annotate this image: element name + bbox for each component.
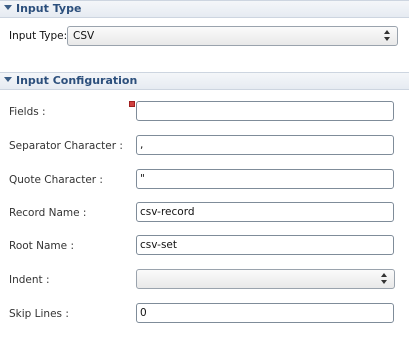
fields-input[interactable] bbox=[136, 101, 394, 121]
updown-arrows-icon bbox=[380, 272, 390, 286]
quote-character-label: Quote Character : bbox=[9, 174, 103, 186]
skip-lines-input[interactable]: 0 bbox=[136, 303, 394, 323]
collapse-arrow-icon[interactable] bbox=[4, 5, 12, 10]
input-type-section-header[interactable]: Input Type bbox=[0, 0, 409, 18]
input-type-combo-value: CSV bbox=[73, 30, 95, 42]
section-title-input-type: Input Type bbox=[16, 2, 82, 15]
input-config-section-header[interactable]: Input Configuration bbox=[0, 72, 409, 90]
separator-character-label: Separator Character : bbox=[9, 140, 123, 152]
record-name-input[interactable]: csv-record bbox=[136, 202, 394, 222]
collapse-arrow-icon[interactable] bbox=[4, 77, 12, 82]
input-type-combo[interactable]: CSV bbox=[67, 26, 398, 46]
updown-arrows-icon bbox=[383, 29, 393, 43]
section-title-input-configuration: Input Configuration bbox=[16, 74, 138, 87]
record-name-label: Record Name : bbox=[9, 207, 87, 219]
root-name-input[interactable]: csv-set bbox=[136, 235, 394, 255]
separator-character-input[interactable]: , bbox=[136, 135, 394, 155]
required-field-icon bbox=[129, 101, 135, 107]
root-name-label: Root Name : bbox=[9, 240, 74, 252]
fields-label: Fields : bbox=[9, 106, 46, 118]
quote-character-input[interactable]: " bbox=[136, 169, 394, 189]
indent-label: Indent : bbox=[9, 274, 50, 286]
input-type-label: Input Type: bbox=[9, 30, 68, 42]
skip-lines-label: Skip Lines : bbox=[9, 308, 69, 320]
indent-combo[interactable] bbox=[136, 269, 395, 289]
